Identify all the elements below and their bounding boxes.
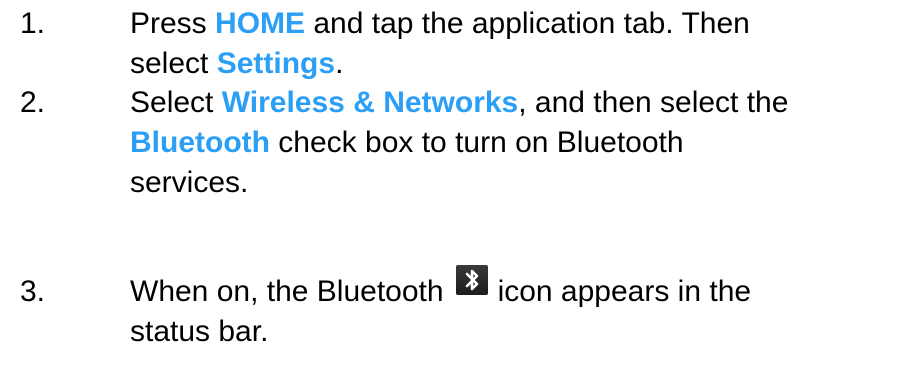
text-run: Press bbox=[130, 7, 216, 40]
step-text: When on, the Bluetooth icon appears in th… bbox=[130, 265, 890, 352]
step-text: Select Wireless & Networks, and then sel… bbox=[130, 83, 890, 203]
highlight-settings: Settings bbox=[216, 47, 336, 80]
step-line: status bar. bbox=[130, 312, 890, 352]
text-run: check box to turn on Bluetooth bbox=[269, 126, 684, 159]
text-run: . bbox=[335, 47, 344, 80]
step-line: services. bbox=[130, 163, 890, 203]
step-line: Bluetooth check box to turn on Bluetooth bbox=[130, 123, 890, 163]
highlight-home: HOME bbox=[215, 7, 306, 40]
bluetooth-icon bbox=[455, 265, 488, 295]
text-run: Select bbox=[130, 86, 222, 119]
highlight-wireless-networks: Wireless & Networks bbox=[221, 86, 519, 119]
step-number: 3. bbox=[20, 275, 46, 308]
text-run: icon appears in the bbox=[497, 275, 752, 308]
text-run: status bar. bbox=[130, 315, 269, 348]
highlight-bluetooth: Bluetooth bbox=[130, 126, 270, 159]
step-number: 1. bbox=[20, 7, 46, 40]
instruction-list: 1. Press HOME and tap the application ta… bbox=[0, 0, 903, 365]
text-run: services. bbox=[130, 166, 249, 199]
text-run: and tap the application tab. Then bbox=[305, 7, 750, 40]
step-number: 2. bbox=[20, 86, 46, 119]
text-run: select bbox=[130, 47, 217, 80]
step-line: select Settings. bbox=[130, 44, 890, 84]
step-line: Select Wireless & Networks, and then sel… bbox=[130, 83, 890, 123]
text-run: , and then select the bbox=[518, 86, 789, 119]
step-line: When on, the Bluetooth icon appears in th… bbox=[130, 265, 890, 312]
step-line: Press HOME and tap the application tab. … bbox=[130, 4, 890, 44]
step-text: Press HOME and tap the application tab. … bbox=[130, 4, 890, 84]
text-run: When on, the Bluetooth bbox=[130, 275, 444, 308]
